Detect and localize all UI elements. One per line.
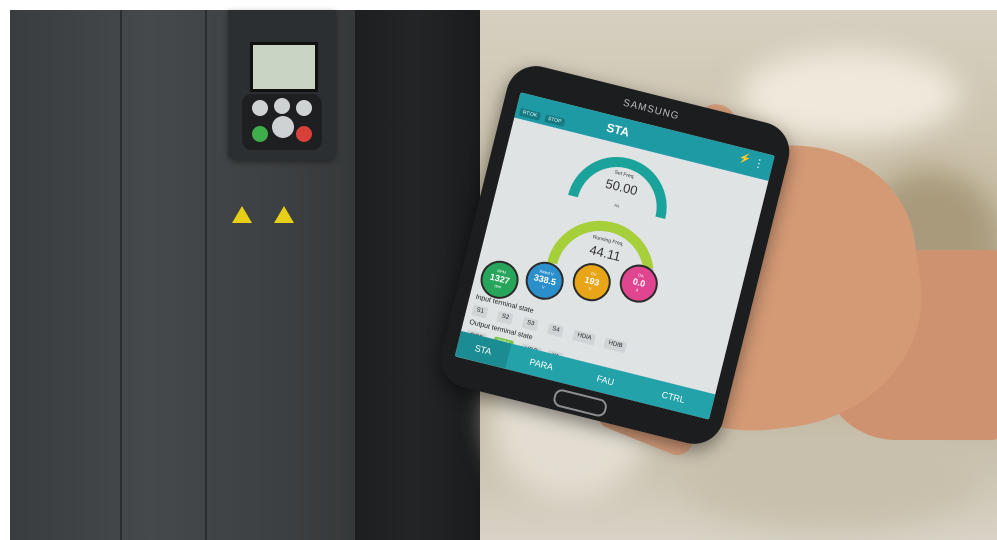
cabinet-seam (120, 10, 122, 540)
input-terminal: S1 (471, 304, 489, 319)
photo-scene: SAMSUNG RT:OK STOP STA ⚡ ⋮ Set Freq. 50.… (0, 0, 997, 540)
status-chip: STOP (544, 114, 565, 127)
menu-icon[interactable]: ⋮ (752, 156, 766, 171)
run-button (252, 126, 268, 142)
stop-button (296, 126, 312, 142)
cabinet-seam (205, 10, 207, 540)
input-terminal: HDIA (572, 329, 597, 346)
warning-icon (274, 206, 294, 223)
keypad-button (296, 100, 312, 116)
input-terminal: S4 (546, 323, 565, 338)
status-chip: RT:OK (518, 107, 541, 121)
keypad-dial (272, 116, 294, 138)
input-terminal: HDIB (603, 337, 628, 354)
input-terminal: S3 (521, 316, 540, 332)
app-title: STA (604, 120, 631, 140)
blurred-floor (680, 430, 980, 530)
keypad-button (252, 100, 268, 116)
keypad-display (250, 42, 318, 92)
drive-keypad (228, 10, 336, 160)
input-terminal: S2 (496, 310, 514, 325)
bluetooth-icon[interactable]: ⚡ (737, 152, 752, 166)
warning-icon (232, 206, 252, 223)
keypad-button (274, 98, 290, 114)
keypad-buttons (242, 94, 322, 150)
